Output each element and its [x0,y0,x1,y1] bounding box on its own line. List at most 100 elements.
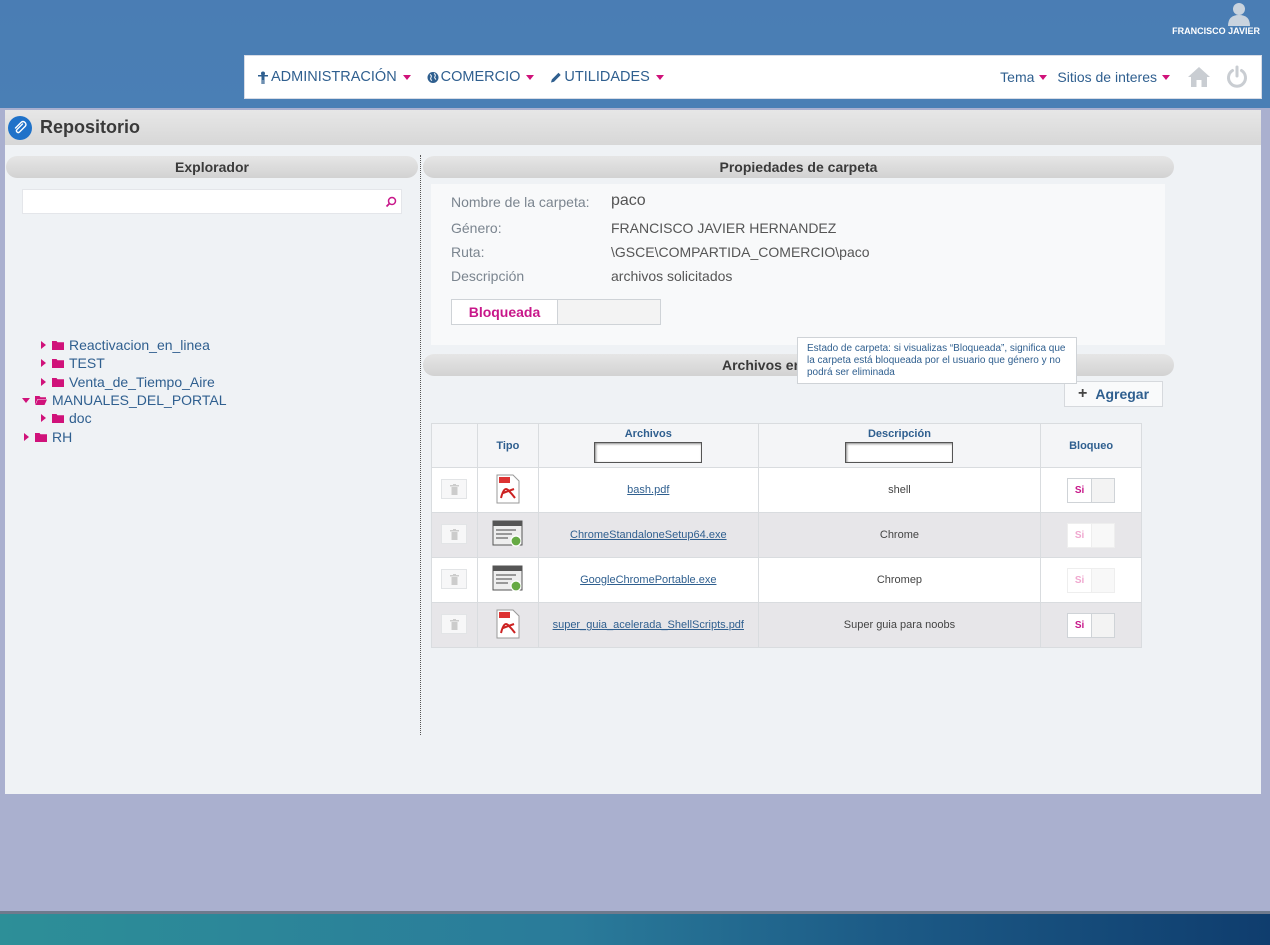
file-description: Chromep [757,557,1042,603]
add-file-button[interactable]: + Agregar [1064,381,1163,407]
description-label: Descripción [451,268,525,284]
tree-item[interactable]: doc [22,409,227,427]
user-menu[interactable]: FRANCISCO JAVIER [1140,2,1260,36]
folder-lock-toggle[interactable]: Bloqueada [451,299,661,325]
pdf-file-icon [496,609,520,638]
menu-sitios[interactable]: Sitios de interes [1057,69,1170,85]
plus-icon: + [1077,385,1088,402]
tree-item-label: MANUALES_DEL_PORTAL [52,392,227,409]
page-title: Repositorio [40,117,141,137]
file-link[interactable]: ChromeStandaloneSetup64.exe [570,529,727,541]
tree-item[interactable]: RH [22,427,227,445]
explorer-search [22,189,402,214]
path-label: Ruta: [451,244,485,260]
tree-item-label: RH [52,428,73,445]
menu-tema[interactable]: Tema [1000,69,1048,85]
col-archivos[interactable]: Archivos [537,423,759,468]
table-header-row: Tipo Archivos Descripción Bloqueo [431,423,1142,468]
menu-sitios-label: Sitios de interes [1057,69,1157,85]
expand-arrow-icon[interactable] [24,432,29,441]
delete-button[interactable] [441,613,468,634]
col-descripcion-label: Descripción [867,428,931,440]
col-tipo[interactable]: Tipo [476,423,539,468]
lock-tooltip: Estado de carpeta: si visualizas “Bloque… [797,337,1077,384]
filter-descripcion-input[interactable] [845,442,954,463]
trash-icon [450,483,460,495]
tree-item[interactable]: Reactivacion_en_linea [22,336,227,354]
tree-item-label: Venta_de_Tiempo_Aire [69,373,215,390]
user-avatar-icon [1228,3,1250,26]
menu-tema-label: Tema [1000,69,1035,85]
folder-icon [52,414,64,424]
pencil-icon [551,72,562,82]
properties-header: Propiedades de carpeta [423,156,1174,178]
lock-toggle[interactable]: Si [1067,612,1116,638]
folder-open-icon [35,396,47,406]
folder-icon [52,359,64,369]
file-link[interactable]: super_guia_acelerada_ShellScripts.pdf [553,619,744,631]
power-icon[interactable] [1225,65,1249,89]
folder-lock-label: Bloqueada [452,300,558,324]
expand-arrow-icon[interactable] [41,377,46,386]
user-name: FRANCISCO JAVIER [1172,26,1260,36]
chevron-down-icon [526,74,535,80]
trash-icon [450,618,460,630]
globe-icon [427,71,439,83]
lock-toggle[interactable]: Si [1067,477,1116,503]
expand-arrow-icon[interactable] [41,359,46,368]
page-title-bar: Repositorio [5,110,1261,145]
file-description: Chrome [757,512,1042,558]
files-table: Tipo Archivos Descripción Bloqueo bash.p… [431,423,1142,648]
menu-administracion-label: ADMINISTRACIÓN [271,69,397,85]
lock-toggle-label: Si [1068,613,1093,637]
folder-tree: Reactivacion_en_linea TEST Venta_de_Tiem… [22,336,227,446]
folder-name-value: paco [611,192,646,209]
menu-administracion[interactable]: ADMINISTRACIÓN [257,69,411,85]
tree-item-label: Reactivacion_en_linea [69,337,210,354]
tree-item-label: doc [69,410,92,427]
collapse-arrow-icon[interactable] [22,397,30,403]
col-descripcion[interactable]: Descripción [757,423,1042,468]
executable-file-icon [492,520,523,547]
genre-value: FRANCISCO JAVIER HERNANDEZ [611,220,837,236]
tree-item[interactable]: TEST [22,354,227,372]
person-icon [258,71,268,84]
file-link[interactable]: bash.pdf [627,484,669,496]
pane-divider[interactable] [420,155,421,735]
folder-name-label: Nombre de la carpeta: [451,194,590,210]
add-file-label: Agregar [1095,386,1150,402]
filter-archivos-input[interactable] [594,442,703,463]
chevron-down-icon [655,74,664,80]
delete-button[interactable] [441,478,468,499]
col-bloqueo[interactable]: Bloqueo [1040,423,1142,468]
home-icon[interactable] [1187,65,1211,89]
expand-arrow-icon[interactable] [41,414,46,423]
col-actions [431,423,478,468]
taskbar-border [0,911,1270,914]
search-icon[interactable] [385,196,397,208]
path-value: \GSCE\COMPARTIDA_COMERCIO\paco [611,244,870,260]
genre-label: Género: [451,220,502,236]
delete-button[interactable] [441,523,468,544]
taskbar-strip [0,911,1270,945]
lock-toggle[interactable]: Si [1067,567,1116,593]
folder-icon [52,377,64,387]
menu-utilidades[interactable]: UTILIDADES [550,69,664,85]
explorer-search-input[interactable] [23,190,373,213]
folder-lock-switch [558,300,660,324]
file-link[interactable]: GoogleChromePortable.exe [580,574,716,586]
paperclip-icon [8,115,32,140]
expand-arrow-icon[interactable] [41,341,46,350]
description-value: archivos solicitados [611,268,733,284]
tree-item-label: TEST [69,355,105,372]
delete-button[interactable] [441,568,468,589]
chevron-down-icon [1162,74,1170,80]
menu-comercio[interactable]: COMERCIO [427,69,535,85]
tree-item[interactable]: MANUALES_DEL_PORTAL [22,391,227,409]
lock-toggle[interactable]: Si [1067,522,1116,548]
folder-icon [52,341,64,351]
tree-item[interactable]: Venta_de_Tiempo_Aire [22,373,227,391]
navbar-right: Tema Sitios de interes [1000,65,1261,89]
table-row: super_guia_acelerada_ShellScripts.pdf Su… [431,602,1142,648]
lock-toggle-label: Si [1068,478,1093,502]
